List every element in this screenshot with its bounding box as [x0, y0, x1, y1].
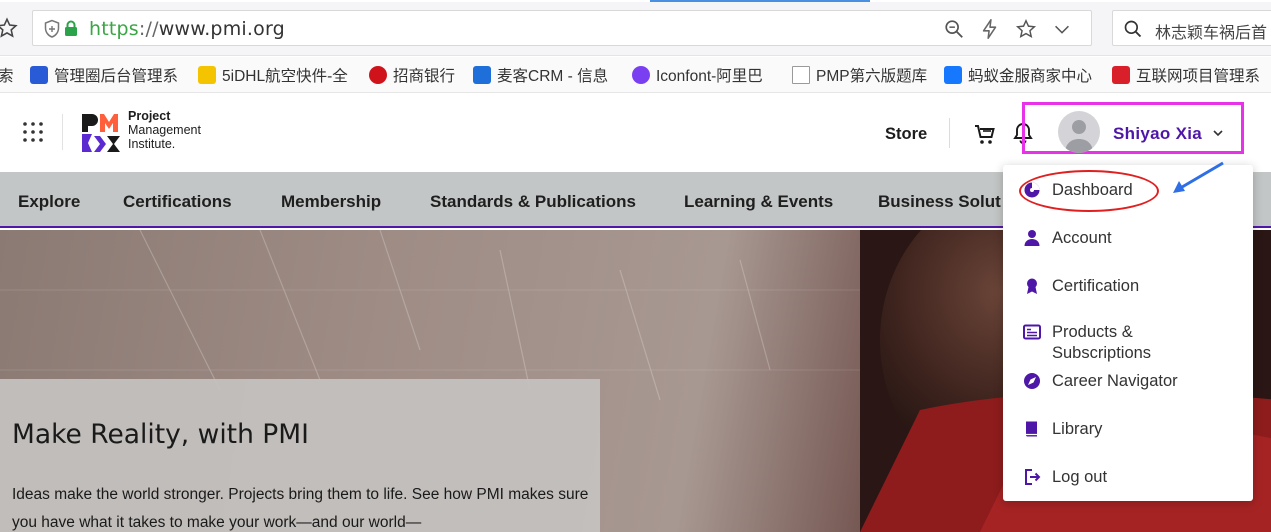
- url-scheme: https: [89, 18, 139, 40]
- apps-grid-icon[interactable]: [22, 121, 44, 143]
- pmi-logo-icon[interactable]: [80, 112, 122, 152]
- menu-item-label: Library: [1052, 420, 1103, 438]
- divider: [62, 114, 63, 150]
- url-host: www.pmi.org: [158, 18, 285, 40]
- bookmark-favicon: [473, 66, 491, 84]
- search-icon: [1124, 20, 1142, 38]
- chevron-down-icon[interactable]: [1212, 127, 1224, 139]
- bookmark-favicon: [944, 66, 962, 84]
- nav-learning-events[interactable]: Learning & Events: [684, 192, 833, 212]
- hero-title: Make Reality, with PMI: [12, 419, 309, 450]
- bookmarks-bar: 索 管理圈后台管理系 5iDHL航空快件-全 招商银行 麦客CRM - 信息 I…: [0, 57, 1271, 93]
- menu-item-label: Account: [1052, 229, 1112, 247]
- bookmark-label: 招商银行: [393, 68, 456, 85]
- bookmark-label: 互联网项目管理系: [1136, 68, 1261, 85]
- menu-item-log-out[interactable]: Log out: [1003, 457, 1253, 497]
- annotation-arrow-icon: [1173, 161, 1224, 193]
- shield-icon[interactable]: [43, 19, 61, 39]
- bookmark-item[interactable]: 招商银行: [369, 63, 455, 87]
- lightning-icon[interactable]: [979, 18, 1001, 40]
- library-icon: [1026, 421, 1037, 437]
- favorite-star-icon[interactable]: [1015, 18, 1037, 40]
- hero-text: Ideas make the world stronger. Projects …: [12, 486, 589, 531]
- menu-item-label: Log out: [1052, 468, 1108, 486]
- nav-explore[interactable]: Explore: [18, 192, 80, 212]
- url-separator: ://: [138, 18, 159, 40]
- bookmark-label: 索: [0, 64, 14, 86]
- search-box[interactable]: 林志颖车祸后首: [1112, 10, 1271, 46]
- bookmark-favicon: [1112, 66, 1130, 84]
- browser-toolbar: https://www.pmi.org 林志颖车祸后首: [0, 2, 1271, 56]
- bookmark-item[interactable]: 管理圈后台管理系: [30, 63, 178, 87]
- menu-item-certification[interactable]: Certification: [1003, 266, 1253, 306]
- bookmark-item[interactable]: 蚂蚁金服商家中心: [944, 63, 1092, 87]
- nav-certifications[interactable]: Certifications: [123, 192, 232, 212]
- bookmark-item[interactable]: 互联网项目管理系: [1112, 63, 1260, 87]
- menu-item-products-subscriptions[interactable]: Products & Subscriptions: [1003, 312, 1253, 368]
- bookmark-item[interactable]: PMP第六版题库: [792, 63, 927, 87]
- store-link[interactable]: Store: [885, 125, 927, 144]
- pmi-logo-text[interactable]: Project Management Institute.: [128, 109, 201, 151]
- nav-membership[interactable]: Membership: [281, 192, 381, 212]
- user-menu-trigger[interactable]: Shiyao Xia: [1113, 124, 1202, 144]
- bookmark-favicon: [792, 66, 810, 84]
- bookmark-favicon: [30, 66, 48, 84]
- career-navigator-icon: [1024, 373, 1040, 389]
- bookmark-label: 管理圈后台管理系: [54, 68, 179, 85]
- menu-item-label: Certification: [1052, 277, 1140, 295]
- cart-icon[interactable]: [974, 124, 996, 146]
- logo-line-3: Institute.: [128, 137, 176, 151]
- bookmark-favicon: [369, 66, 387, 84]
- bookmark-item[interactable]: 麦客CRM - 信息: [473, 63, 608, 87]
- bookmark-item[interactable]: Iconfont-阿里巴: [632, 63, 763, 87]
- divider: [949, 118, 950, 148]
- search-text: 林志颖车祸后首: [1155, 25, 1268, 42]
- bookmark-label: Iconfont-阿里巴: [656, 68, 763, 85]
- nav-business-solutions[interactable]: Business Solut: [878, 192, 1001, 212]
- annotation-oval: [1019, 170, 1159, 212]
- zoom-icon[interactable]: [943, 18, 965, 40]
- menu-item-career-navigator[interactable]: Career Navigator: [1003, 361, 1253, 401]
- bookmark-label: PMP第六版题库: [816, 68, 928, 85]
- menu-item-account[interactable]: Account: [1003, 218, 1253, 258]
- bookmark-label: 蚂蚁金服商家中心: [968, 68, 1093, 85]
- bookmark-item[interactable]: 5iDHL航空快件-全: [198, 63, 348, 87]
- avatar[interactable]: [1058, 111, 1100, 153]
- url-text[interactable]: https://www.pmi.org: [89, 18, 285, 40]
- certification-icon: [1027, 278, 1037, 294]
- user-silhouette-icon: [1065, 120, 1093, 153]
- nav-standards-publications[interactable]: Standards & Publications: [430, 192, 636, 212]
- menu-item-label: Products & Subscriptions: [1052, 323, 1152, 362]
- user-dropdown-menu: Dashboard Account Certification Products…: [1003, 165, 1253, 501]
- logout-icon: [1025, 469, 1041, 485]
- bookmark-favicon: [632, 66, 650, 84]
- account-icon: [1024, 230, 1040, 246]
- logo-line-2: Management: [128, 123, 201, 137]
- chevron-down-icon[interactable]: [1051, 18, 1073, 40]
- logo-line-1: Project: [128, 109, 171, 123]
- bookmark-star-icon[interactable]: [0, 17, 18, 39]
- bookmark-label: 5iDHL航空快件-全: [222, 68, 348, 85]
- lock-icon: [65, 20, 77, 36]
- bookmark-item[interactable]: 索: [0, 63, 14, 87]
- hero-card: Make Reality, with PMI Ideas make the wo…: [0, 379, 600, 532]
- bookmark-favicon: [198, 66, 216, 84]
- address-bar[interactable]: https://www.pmi.org: [32, 10, 1092, 46]
- bookmark-label: 麦客CRM - 信息: [497, 68, 609, 85]
- menu-item-library[interactable]: Library: [1003, 409, 1253, 449]
- menu-item-label: Career Navigator: [1052, 372, 1178, 390]
- site-header: Project Management Institute. Store Shiy…: [0, 94, 1271, 172]
- products-icon: [1023, 324, 1041, 340]
